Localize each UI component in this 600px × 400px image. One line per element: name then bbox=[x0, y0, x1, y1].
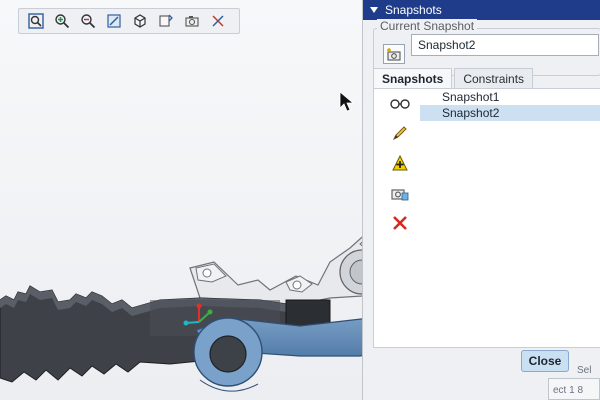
datum-icon bbox=[212, 15, 224, 27]
zoom-fit-button[interactable] bbox=[25, 10, 47, 32]
camera-add-icon bbox=[387, 48, 401, 61]
tab-snapshots[interactable]: Snapshots bbox=[373, 68, 453, 89]
views-icon bbox=[159, 14, 173, 27]
delete-snapshot-button[interactable] bbox=[389, 212, 411, 234]
snapshot-list-item[interactable]: Snapshot1 bbox=[420, 89, 600, 105]
selection-count: ect 1 8 bbox=[553, 385, 584, 396]
snapshot-list-item-selected[interactable]: Snapshot2 bbox=[420, 105, 600, 121]
panel-tabs: Snapshots Constraints bbox=[373, 68, 535, 89]
zoom-in-icon bbox=[55, 14, 70, 29]
datum-display-button[interactable] bbox=[207, 10, 229, 32]
tab-constraints[interactable]: Constraints bbox=[454, 68, 534, 89]
current-snapshot-field[interactable]: Snapshot2 bbox=[411, 34, 599, 56]
capture-snapshot-button[interactable] bbox=[383, 44, 405, 64]
zoom-out-icon bbox=[81, 14, 96, 29]
snapshot-actions bbox=[389, 92, 415, 242]
close-button[interactable]: Close bbox=[521, 350, 569, 372]
show-snapshot-button[interactable] bbox=[389, 92, 411, 114]
collapse-triangle-icon[interactable] bbox=[369, 5, 379, 15]
snapshots-panel: Snapshots Current Snapshot Snapshot2 Sna… bbox=[362, 0, 600, 400]
add-snapshot-button[interactable] bbox=[389, 152, 411, 174]
selection-strip: Sel ect 1 8 bbox=[548, 365, 600, 400]
edit-snapshot-button[interactable] bbox=[389, 122, 411, 144]
add-snapshot-icon bbox=[392, 155, 408, 171]
panel-title: Snapshots bbox=[385, 3, 442, 17]
zoom-fit-icon bbox=[28, 13, 44, 29]
zoom-in-button[interactable] bbox=[51, 10, 73, 32]
view-orientation-button[interactable] bbox=[129, 10, 151, 32]
glasses-icon bbox=[390, 99, 410, 109]
current-snapshot-label: Current Snapshot bbox=[377, 19, 478, 33]
delete-icon bbox=[393, 216, 407, 230]
snapshot-button[interactable] bbox=[181, 10, 203, 32]
camera-icon bbox=[185, 16, 199, 27]
pencil-icon bbox=[392, 126, 407, 141]
repaint-button[interactable] bbox=[103, 10, 125, 32]
panel-titlebar[interactable]: Snapshots bbox=[363, 0, 600, 20]
cube-icon bbox=[134, 14, 146, 28]
snapshot-list: Snapshot1 Snapshot2 bbox=[420, 89, 600, 121]
capture-from-view-button[interactable] bbox=[389, 182, 411, 204]
camera-add-icon bbox=[391, 189, 409, 201]
named-views-button[interactable] bbox=[155, 10, 177, 32]
view-toolbar bbox=[18, 8, 240, 34]
selection-label: Sel bbox=[577, 365, 592, 376]
zoom-out-button[interactable] bbox=[77, 10, 99, 32]
repaint-icon bbox=[107, 14, 121, 28]
